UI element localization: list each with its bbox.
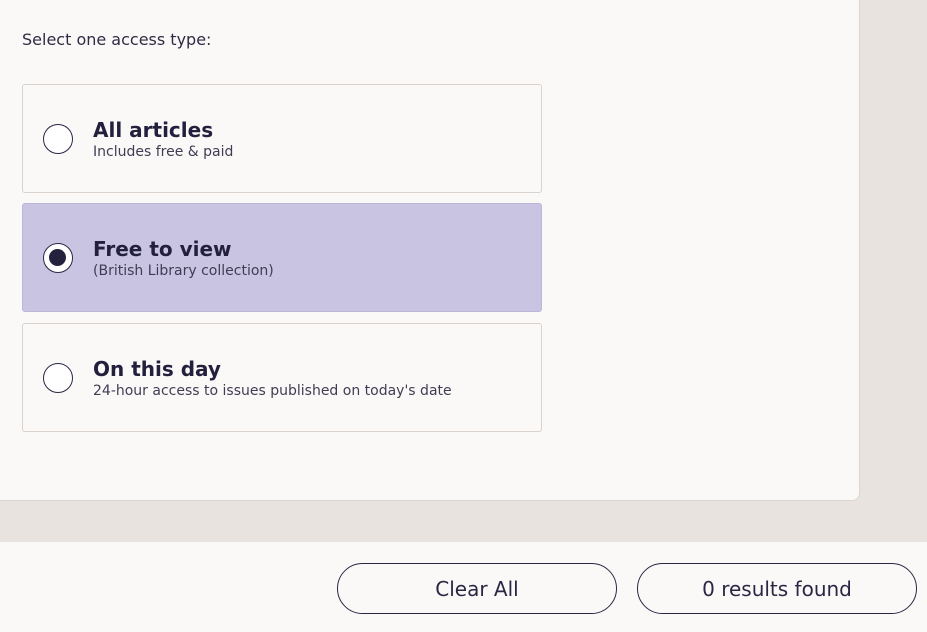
option-title: On this day — [93, 357, 221, 381]
radio-button-all-articles[interactable] — [43, 124, 73, 154]
results-found-button[interactable]: 0 results found — [637, 563, 917, 614]
option-title: Free to view — [93, 237, 232, 261]
access-type-prompt: Select one access type: — [22, 30, 212, 49]
clear-all-button[interactable]: Clear All — [337, 563, 617, 614]
filter-panel: Select one access type: All articles Inc… — [0, 0, 860, 501]
filter-footer: Clear All 0 results found — [0, 542, 927, 632]
radio-button-free-to-view[interactable] — [43, 243, 73, 273]
radio-button-on-this-day[interactable] — [43, 363, 73, 393]
option-title: All articles — [93, 118, 214, 142]
option-subtitle: (British Library collection) — [93, 263, 274, 279]
option-subtitle: Includes free & paid — [93, 144, 234, 160]
radio-selected-dot — [49, 249, 66, 266]
option-subtitle: 24-hour access to issues published on to… — [93, 383, 452, 399]
access-option-free-to-view[interactable]: Free to view (British Library collection… — [22, 203, 542, 312]
access-option-all-articles[interactable]: All articles Includes free & paid — [22, 84, 542, 193]
access-option-on-this-day[interactable]: On this day 24-hour access to issues pub… — [22, 323, 542, 432]
